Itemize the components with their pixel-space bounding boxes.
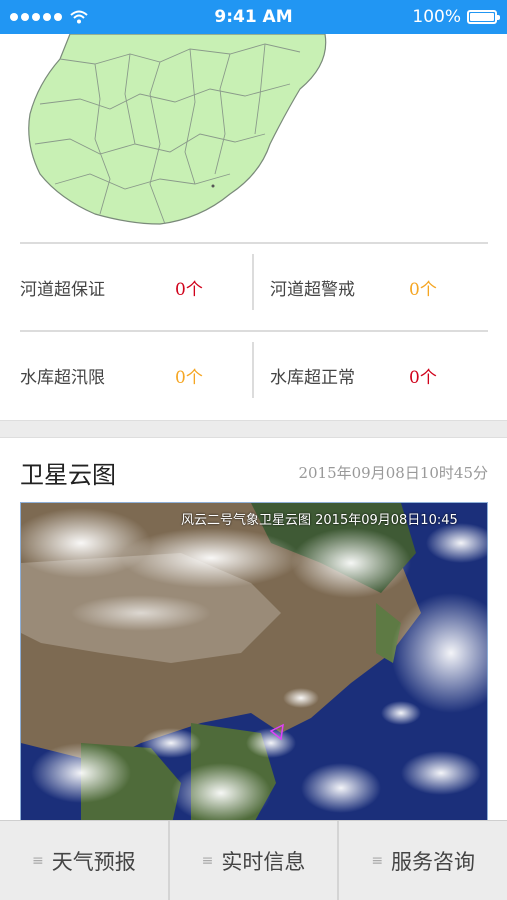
satellite-image[interactable]: 风云二号气象卫星云图 2015年09月08日10:45 xyxy=(20,502,488,827)
wifi-icon xyxy=(70,10,88,24)
satellite-time: 2015年09月08日10时45分 xyxy=(298,463,488,482)
hainan-map[interactable] xyxy=(0,34,507,239)
tab-label: 天气预报 xyxy=(51,849,136,874)
stat-label: 河道超保证 xyxy=(20,279,105,300)
tab-service-consult[interactable]: ≡ 服务咨询 xyxy=(339,821,507,900)
stat-cell-river-guarantee[interactable]: 河道超保证 0个 xyxy=(20,244,254,330)
status-left xyxy=(10,10,88,24)
stat-label: 水库超汛限 xyxy=(20,367,105,388)
stat-value: 0个 xyxy=(175,367,203,388)
stat-cell-river-warning[interactable]: 河道超警戒 0个 xyxy=(254,244,488,330)
tab-label: 服务咨询 xyxy=(391,849,476,874)
status-bar: 9:41 AM 100% xyxy=(0,0,507,34)
bottom-tab-bar: ≡ 天气预报 ≡ 实时信息 ≡ 服务咨询 xyxy=(0,820,507,900)
tab-label: 实时信息 xyxy=(221,849,306,874)
stat-label: 水库超正常 xyxy=(270,367,355,388)
stat-cell-reservoir-normal[interactable]: 水库超正常 0个 xyxy=(254,332,488,418)
map-dot xyxy=(211,184,215,188)
stats-grid: 河道超保证 0个 河道超警戒 0个 水库超汛限 0个 水库超正常 0个 xyxy=(20,242,488,418)
stats-row: 水库超汛限 0个 水库超正常 0个 xyxy=(20,330,488,418)
status-right: 100% xyxy=(412,7,500,27)
stat-cell-reservoir-flood-limit[interactable]: 水库超汛限 0个 xyxy=(20,332,254,418)
stat-value: 0个 xyxy=(409,279,437,300)
stats-row: 河道超保证 0个 河道超警戒 0个 xyxy=(20,242,488,330)
stat-value: 0个 xyxy=(409,367,437,388)
map-svg xyxy=(28,34,327,225)
menu-icon: ≡ xyxy=(31,852,44,869)
satellite-header: 卫星云图 2015年09月08日10时45分 xyxy=(20,455,488,489)
stat-value: 0个 xyxy=(175,279,203,300)
section-separator xyxy=(0,420,507,438)
battery-percent: 100% xyxy=(412,7,461,27)
signal-dots-icon xyxy=(10,13,62,21)
satellite-picture xyxy=(21,503,487,826)
menu-icon: ≡ xyxy=(371,852,384,869)
menu-icon: ≡ xyxy=(201,852,214,869)
tab-weather-forecast[interactable]: ≡ 天气预报 xyxy=(0,821,170,900)
battery-icon xyxy=(467,10,500,24)
map-region-outline xyxy=(28,34,327,225)
stat-label: 河道超警戒 xyxy=(270,279,355,300)
tab-realtime-info[interactable]: ≡ 实时信息 xyxy=(170,821,340,900)
satellite-caption: 风云二号气象卫星云图 2015年09月08日10:45 xyxy=(181,513,458,528)
satellite-title: 卫星云图 xyxy=(20,460,116,489)
